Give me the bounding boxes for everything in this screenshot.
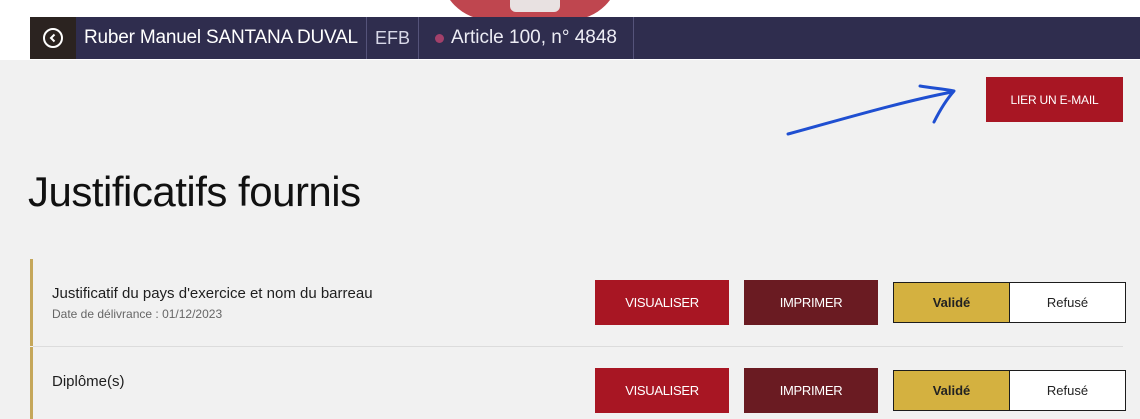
print-button[interactable]: IMPRIMER [744,280,878,325]
chevron-left-circle-icon [43,28,63,48]
validate-option[interactable]: Validé [894,283,1010,322]
status-dot-icon [434,33,444,43]
person-name: Ruber Manuel SANTANA DUVAL [76,17,367,59]
document-row: Justificatif du pays d'exercice et nom d… [30,259,1126,346]
article-label: Article 100, n° 4848 [450,27,617,48]
view-button[interactable]: VISUALISER [595,368,729,413]
document-title: Justificatif du pays d'exercice et nom d… [52,285,373,302]
back-button[interactable] [30,17,76,59]
link-email-button[interactable]: LIER UN E-MAIL [986,77,1123,122]
article-reference: Article 100, n° 4848 [419,17,634,59]
annotation-arrow-icon [786,84,956,136]
page-title: Justificatifs fournis [28,168,361,215]
document-row: Diplôme(s) VISUALISER IMPRIMER Validé Re… [30,347,1126,419]
validate-option[interactable]: Validé [894,371,1010,410]
document-title: Diplôme(s) [52,373,125,390]
banner-logo-inner [510,0,560,12]
document-date: Date de délivrance : 01/12/2023 [52,307,223,321]
view-button[interactable]: VISUALISER [595,280,729,325]
print-button[interactable]: IMPRIMER [744,368,878,413]
record-header: Ruber Manuel SANTANA DUVAL EFB Article 1… [30,17,1140,59]
validation-toggle: Validé Refusé [893,282,1126,323]
validation-toggle: Validé Refusé [893,370,1126,411]
refuse-option[interactable]: Refusé [1010,283,1125,322]
refuse-option[interactable]: Refusé [1010,371,1125,410]
org-code: EFB [367,17,419,59]
